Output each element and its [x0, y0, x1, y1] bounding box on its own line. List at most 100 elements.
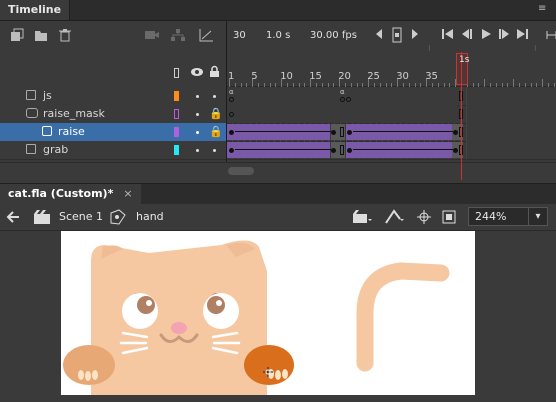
ruler-tick	[229, 79, 230, 87]
tween-arrow	[235, 131, 331, 132]
layer-name[interactable]: grab	[43, 143, 68, 156]
tween-arrow	[353, 149, 453, 150]
zoom-select[interactable]: 244% ▾	[468, 207, 548, 226]
keyframe[interactable]	[347, 148, 352, 153]
timeline-toolbar: 30 1.0 s 30.00 fps	[0, 21, 556, 65]
loop-icon[interactable]	[543, 28, 556, 44]
visibility-dot[interactable]	[196, 95, 199, 98]
panel-menu-icon[interactable]: ≡	[538, 4, 550, 14]
new-layer-icon[interactable]	[9, 28, 25, 44]
lock-icon[interactable]: 🔒	[209, 107, 223, 120]
keyframe[interactable]	[331, 130, 336, 135]
frames-raise[interactable]	[227, 123, 556, 142]
lock-dot[interactable]	[213, 149, 216, 152]
previous-frame-icon[interactable]	[459, 28, 475, 44]
symbol-icon	[109, 209, 127, 228]
tween-span[interactable]	[227, 142, 330, 158]
document-tab[interactable]: cat.fla (Custom)* ×	[0, 184, 141, 204]
back-arrow-icon[interactable]	[6, 210, 20, 227]
keyframe[interactable]	[331, 148, 336, 153]
end-frame[interactable]	[340, 145, 344, 155]
lock-icon[interactable]	[209, 65, 220, 81]
zoom-value: 244%	[475, 210, 507, 223]
keyframe[interactable]	[229, 130, 234, 135]
timeline-tabbar: Timeline ≡	[0, 0, 556, 21]
keyframe[interactable]	[229, 148, 234, 153]
chevron-down-icon[interactable]: ▾	[528, 208, 547, 225]
timeline-scrollbar[interactable]	[228, 167, 254, 175]
edit-scene-icon[interactable]	[352, 209, 372, 228]
ruler-tick	[368, 79, 370, 87]
cat-artwork	[63, 240, 450, 395]
layer-name[interactable]: js	[43, 89, 52, 102]
layer-color-swatch[interactable]	[174, 109, 179, 119]
keyframe[interactable]	[453, 148, 458, 153]
ruler-tick	[252, 79, 254, 87]
visibility-dot[interactable]	[196, 149, 199, 152]
graph-icon[interactable]	[198, 28, 214, 44]
masked-layer-icon	[42, 126, 52, 136]
frame-ruler[interactable]: 1 5 10 15 20 25 30 35	[227, 51, 556, 87]
layer-raise[interactable]: raise 🔒	[0, 123, 226, 142]
layer-type-icon	[26, 90, 36, 100]
tween-span[interactable]	[346, 142, 452, 158]
ruler-tick	[426, 79, 428, 87]
frames-grab[interactable]	[227, 141, 556, 160]
layer-depth-icon[interactable]	[170, 28, 186, 44]
layer-grab[interactable]: grab	[0, 141, 226, 160]
layer-name[interactable]: raise	[58, 125, 85, 138]
ruler-tick	[397, 79, 399, 87]
current-frame[interactable]: 30	[233, 28, 246, 44]
layer-color-swatch[interactable]	[174, 91, 179, 101]
outline-icon[interactable]	[174, 68, 179, 78]
layer-color-swatch[interactable]	[174, 127, 179, 137]
delete-icon[interactable]	[57, 28, 73, 44]
end-frame[interactable]	[340, 127, 344, 137]
keyframe[interactable]	[453, 130, 458, 135]
keyframe[interactable]	[340, 97, 345, 102]
center-stage-icon[interactable]	[416, 209, 432, 228]
visibility-dot[interactable]	[196, 131, 199, 134]
keyframe[interactable]	[229, 112, 234, 117]
layer-color-swatch[interactable]	[174, 145, 179, 155]
first-frame-icon[interactable]	[440, 28, 456, 44]
layer-raise-mask[interactable]: raise_mask 🔒	[0, 105, 226, 124]
frames-raise-mask[interactable]	[227, 105, 556, 124]
clip-content-icon[interactable]	[441, 209, 457, 228]
step-back-icon[interactable]	[371, 28, 387, 44]
stage-canvas[interactable]	[61, 231, 475, 395]
tween-span[interactable]	[227, 124, 330, 140]
edit-symbols-icon[interactable]	[384, 209, 404, 228]
eye-icon[interactable]	[190, 66, 204, 81]
new-folder-icon[interactable]	[33, 28, 49, 44]
frame-rate[interactable]: 30.00 fps	[310, 28, 357, 44]
lock-icon[interactable]: 🔒	[209, 125, 223, 138]
ruler-tick	[281, 79, 283, 87]
keyframe[interactable]	[347, 130, 352, 135]
ruler-tick	[484, 79, 486, 87]
scene-icon	[33, 209, 51, 228]
frame-span	[467, 105, 556, 123]
camera-icon[interactable]	[144, 28, 160, 44]
frames-js[interactable]: α α	[227, 87, 556, 106]
visibility-dot[interactable]	[196, 113, 199, 116]
last-frame-icon[interactable]	[514, 28, 530, 44]
keyframe[interactable]	[229, 97, 234, 102]
next-frame-icon[interactable]	[496, 28, 512, 44]
symbol-label[interactable]: hand	[136, 210, 164, 223]
layer-name[interactable]: raise_mask	[43, 107, 105, 120]
layer-js[interactable]: js	[0, 87, 226, 106]
timeline-tab[interactable]: Timeline	[0, 0, 71, 20]
center-frame-icon[interactable]	[389, 27, 405, 43]
step-forward-icon[interactable]	[407, 28, 423, 44]
layer-type-icon	[26, 144, 36, 154]
current-time[interactable]: 1.0 s	[266, 28, 290, 44]
keyframe[interactable]	[346, 97, 351, 102]
play-icon[interactable]	[478, 28, 494, 44]
lock-dot[interactable]	[213, 95, 216, 98]
scene-label[interactable]: Scene 1	[59, 210, 103, 223]
close-icon[interactable]: ×	[123, 187, 132, 200]
ruler-tick	[339, 79, 341, 87]
tween-span[interactable]	[346, 124, 452, 140]
timeline-bottom-bar	[0, 162, 556, 183]
